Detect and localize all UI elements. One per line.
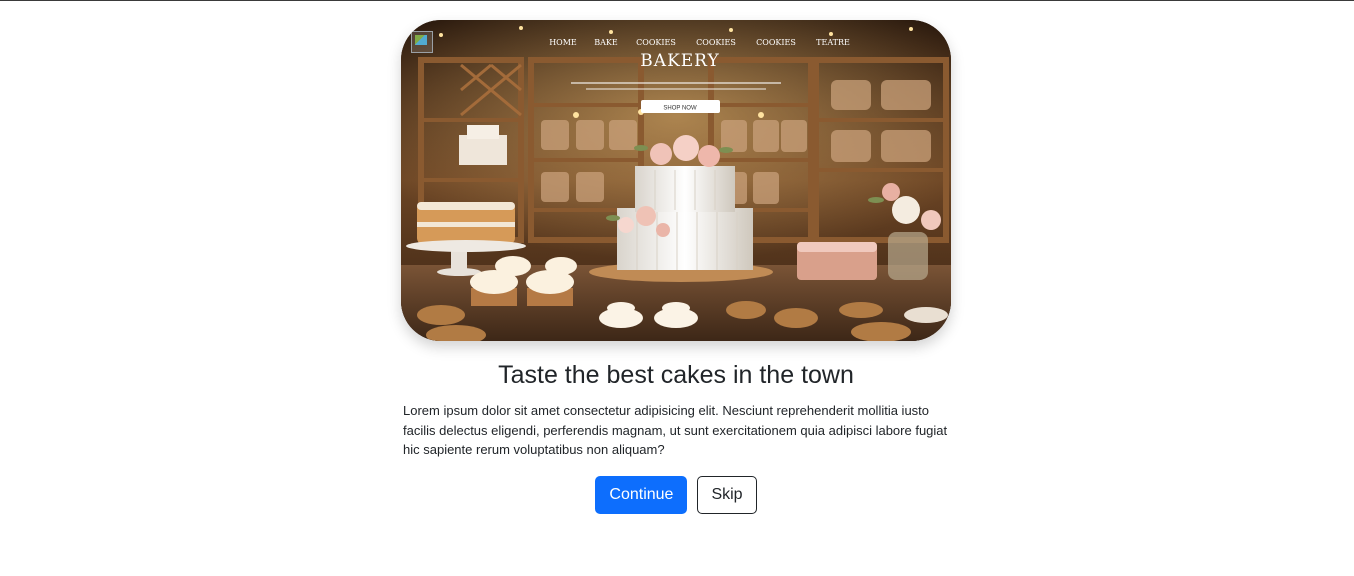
hero-brand: BAKERY — [640, 51, 719, 71]
hero-nav-item: COOKIES — [756, 38, 796, 47]
hero-nav-item: TEATRE — [816, 38, 850, 47]
description-text: Lorem ipsum dolor sit amet consectetur a… — [403, 403, 948, 457]
onboarding-card: HOME BAKE COOKIES COOKIES COOKIES TEATRE… — [401, 20, 951, 514]
hero-image: HOME BAKE COOKIES COOKIES COOKIES TEATRE… — [401, 20, 951, 341]
action-bar: Continue Skip — [401, 475, 951, 514]
page-title: Taste the best cakes in the town — [498, 361, 854, 389]
hero-nav-item: COOKIES — [636, 38, 676, 47]
bakery-illustration: HOME BAKE COOKIES COOKIES COOKIES TEATRE… — [401, 20, 951, 341]
hero-nav-item: COOKIES — [696, 38, 736, 47]
hero-nav-item: HOME — [549, 38, 577, 47]
broken-image-icon — [411, 31, 433, 53]
top-divider — [0, 0, 1354, 1]
hero-cta-label: SHOP NOW — [663, 106, 697, 112]
continue-button[interactable]: Continue — [595, 475, 688, 514]
hero-nav-item: BAKE — [594, 38, 618, 47]
skip-button[interactable]: Skip — [697, 475, 757, 514]
